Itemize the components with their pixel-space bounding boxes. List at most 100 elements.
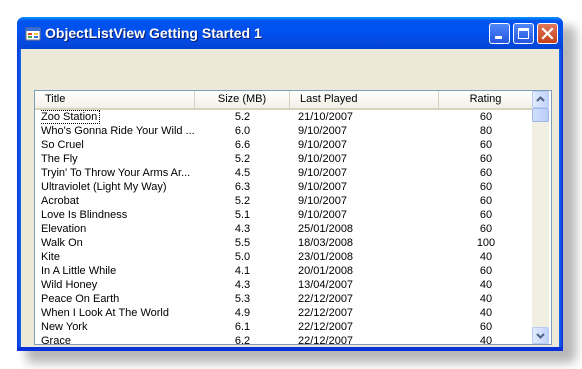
list-row[interactable]: New York 6.1 22/12/2007 60 — [35, 320, 532, 334]
cell-size: 4.9 — [234, 307, 251, 319]
list-row[interactable]: The Fly 5.2 9/10/2007 60 — [35, 152, 532, 166]
close-button[interactable] — [537, 23, 558, 44]
cell-last-played: 9/10/2007 — [298, 139, 347, 151]
cell-last-played: 22/12/2007 — [298, 293, 354, 305]
focused-cell-text: Zoo Station — [41, 110, 101, 124]
list-row[interactable]: Kite 5.0 23/01/2008 40 — [35, 250, 532, 264]
cell-size: 4.3 — [234, 223, 251, 235]
scroll-up-button[interactable] — [532, 91, 549, 108]
cell-rating: 60 — [479, 139, 493, 151]
list-row[interactable]: Zoo Station 5.2 21/10/2007 60 — [35, 110, 532, 124]
list-row[interactable]: Walk On 5.5 18/03/2008 100 — [35, 236, 532, 250]
cell-rating: 60 — [479, 209, 493, 221]
list-row[interactable]: Grace 6.2 22/12/2007 40 — [35, 334, 532, 345]
column-header-last-played[interactable]: Last Played — [290, 91, 439, 108]
app-icon — [25, 27, 41, 41]
cell-size: 5.2 — [234, 111, 251, 123]
list-row[interactable]: When I Look At The World 4.9 22/12/2007 40 — [35, 306, 532, 320]
cell-title: Elevation — [41, 223, 87, 235]
cell-title: In A Little While — [41, 265, 117, 277]
vertical-scrollbar[interactable] — [532, 91, 549, 344]
list-row[interactable]: Who's Gonna Ride Your Wild ... 6.0 9/10/20… — [35, 124, 532, 138]
cell-last-played: 23/01/2008 — [298, 251, 354, 263]
cell-size: 5.3 — [234, 293, 251, 305]
column-header-title[interactable]: Title — [35, 91, 195, 108]
cell-rating: 60 — [479, 321, 493, 333]
cell-size: 6.6 — [234, 139, 251, 151]
cell-last-played: 22/12/2007 — [298, 321, 354, 333]
cell-size: 4.3 — [234, 279, 251, 291]
cell-rating: 80 — [479, 125, 493, 137]
list-row[interactable]: Peace On Earth 5.3 22/12/2007 40 — [35, 292, 532, 306]
client-area: Title Size (MB) Last Played Rating Zoo S… — [21, 49, 559, 347]
close-icon — [541, 27, 554, 40]
object-list-view[interactable]: Title Size (MB) Last Played Rating Zoo S… — [34, 90, 552, 345]
list-row[interactable]: So Cruel 6.6 9/10/2007 60 — [35, 138, 532, 152]
window-title: ObjectListView Getting Started 1 — [45, 25, 262, 41]
cell-size: 6.3 — [234, 181, 251, 193]
cell-rating: 60 — [479, 153, 493, 165]
cell-rating: 40 — [479, 251, 493, 263]
cell-last-played: 25/01/2008 — [298, 223, 354, 235]
list-row[interactable]: Wild Honey 4.3 13/04/2007 40 — [35, 278, 532, 292]
cell-title: Grace — [41, 335, 71, 345]
list-row[interactable]: Love Is Blindness 5.1 9/10/2007 60 — [35, 208, 532, 222]
cell-rating: 40 — [479, 293, 493, 305]
cell-title: When I Look At The World — [41, 307, 169, 319]
cell-size: 5.5 — [234, 237, 251, 249]
minimize-button[interactable] — [489, 23, 510, 44]
scroll-down-button[interactable] — [532, 327, 549, 344]
cell-title: So Cruel — [41, 139, 84, 151]
cell-title: Peace On Earth — [41, 293, 120, 305]
cell-size: 4.5 — [234, 167, 251, 179]
title-bar[interactable]: ObjectListView Getting Started 1 — [17, 17, 563, 49]
cell-rating: 60 — [479, 223, 493, 235]
cell-rating: 60 — [479, 195, 493, 207]
cell-last-played: 9/10/2007 — [298, 195, 347, 207]
cell-title: New York — [41, 321, 88, 333]
list-row[interactable]: Tryin' To Throw Your Arms Ar... 4.5 9/10/2… — [35, 166, 532, 180]
cell-size: 5.1 — [234, 209, 251, 221]
list-row[interactable]: Elevation 4.3 25/01/2008 60 — [35, 222, 532, 236]
minimize-icon — [495, 36, 502, 39]
cell-size: 6.0 — [234, 125, 251, 137]
frame-right — [559, 49, 563, 351]
cell-size: 5.0 — [234, 251, 251, 263]
cell-size: 6.2 — [234, 335, 251, 345]
cell-last-played: 9/10/2007 — [298, 209, 347, 221]
cell-title: Walk On — [41, 237, 83, 249]
cell-last-played: 9/10/2007 — [298, 167, 347, 179]
column-header-rating[interactable]: Rating — [439, 91, 533, 108]
cell-title: Love Is Blindness — [41, 209, 128, 221]
cell-last-played: 9/10/2007 — [298, 181, 347, 193]
cell-last-played: 13/04/2007 — [298, 279, 354, 291]
cell-title: Zoo Station — [41, 110, 195, 124]
cell-size: 5.2 — [234, 195, 251, 207]
column-header-size[interactable]: Size (MB) — [195, 91, 290, 108]
cell-size: 6.1 — [234, 321, 251, 333]
cell-last-played: 9/10/2007 — [298, 153, 347, 165]
cell-size: 5.2 — [234, 153, 251, 165]
cell-title: Tryin' To Throw Your Arms Ar... — [41, 167, 191, 179]
list-header: Title Size (MB) Last Played Rating — [35, 91, 533, 110]
cell-rating: 60 — [479, 265, 493, 277]
cell-rating: 60 — [479, 167, 493, 179]
maximize-button[interactable] — [513, 23, 534, 44]
list-row[interactable]: Acrobat 5.2 9/10/2007 60 — [35, 194, 532, 208]
cell-title: Kite — [41, 251, 60, 263]
cell-rating: 40 — [479, 279, 493, 291]
list-row[interactable]: Ultraviolet (Light My Way) 6.3 9/10/2007 60 — [35, 180, 532, 194]
cell-last-played: 20/01/2008 — [298, 265, 354, 277]
cell-title: Who's Gonna Ride Your Wild ... — [41, 125, 195, 137]
cell-title: Ultraviolet (Light My Way) — [41, 181, 167, 193]
list-rows: Zoo Station 5.2 21/10/2007 60 Who's Gonna Ri… — [35, 110, 532, 345]
frame-bottom — [17, 347, 563, 351]
cell-rating: 60 — [479, 111, 493, 123]
cell-rating: 40 — [479, 307, 493, 319]
cell-last-played: 22/12/2007 — [298, 335, 354, 345]
scroll-thumb[interactable] — [532, 108, 549, 122]
list-row[interactable]: In A Little While 4.1 20/01/2008 60 — [35, 264, 532, 278]
cell-last-played: 21/10/2007 — [298, 111, 354, 123]
cell-last-played: 18/03/2008 — [298, 237, 354, 249]
cell-title: Wild Honey — [41, 279, 98, 291]
